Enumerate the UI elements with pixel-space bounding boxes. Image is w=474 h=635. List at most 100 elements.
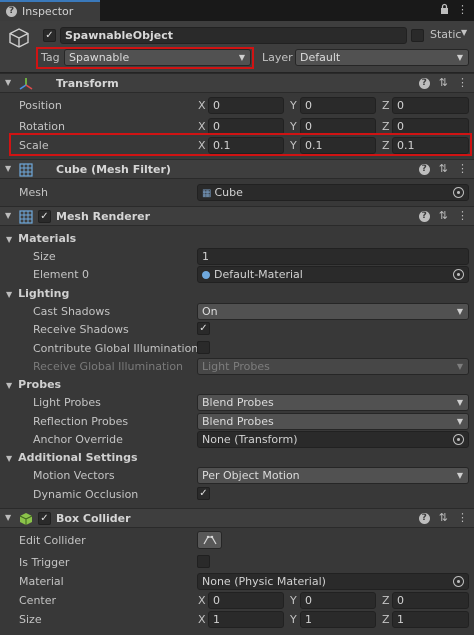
preset-icon[interactable]: ⇅ <box>439 210 448 222</box>
light-probes-dropdown[interactable]: Blend Probes ▼ <box>197 394 469 411</box>
help-icon[interactable]: ? <box>418 163 430 175</box>
mesh-value: Cube <box>214 186 243 199</box>
gameobject-name-field[interactable]: SpawnableObject <box>60 27 407 44</box>
materials-size-label: Size <box>33 250 56 263</box>
axis-z-label: Z <box>382 594 390 607</box>
receive-gi-dropdown: Light Probes ▼ <box>197 358 469 375</box>
motion-vectors-value: Per Object Motion <box>202 469 300 482</box>
foldout-arrow-icon: ▼ <box>6 290 13 299</box>
lighting-foldout[interactable]: ▼ Lighting <box>6 287 69 300</box>
info-icon: ? <box>6 6 17 17</box>
dropdown-arrow-icon: ▼ <box>456 307 463 316</box>
foldout-arrow-icon[interactable]: ▼ <box>5 513 11 522</box>
object-picker-icon[interactable] <box>453 269 464 280</box>
motion-vectors-label: Motion Vectors <box>33 469 115 482</box>
receive-shadows-checkbox[interactable]: ✓ <box>197 322 210 335</box>
static-dropdown-arrow-icon[interactable]: ▼ <box>461 28 467 37</box>
more-icon[interactable]: ⋮ <box>457 210 468 222</box>
element-0-value: Default-Material <box>214 268 303 281</box>
more-icon[interactable]: ⋮ <box>457 512 468 524</box>
help-icon[interactable]: ? <box>418 77 430 89</box>
element-0-object-field[interactable]: Default-Material <box>197 266 469 283</box>
transform-title: Transform <box>56 77 119 90</box>
is-trigger-label: Is Trigger <box>19 556 70 569</box>
probes-foldout[interactable]: ▼ Probes <box>6 378 61 391</box>
size-label: Size <box>19 613 42 626</box>
mesh-filter-header[interactable]: ▼ Cube (Mesh Filter) ? ⇅ ⋮ <box>0 159 474 179</box>
size-z-field[interactable]: 1 <box>392 611 469 628</box>
additional-settings-foldout[interactable]: ▼ Additional Settings <box>6 451 138 464</box>
box-collider-cube-icon <box>19 512 33 526</box>
object-picker-icon[interactable] <box>453 434 464 445</box>
more-icon[interactable]: ⋮ <box>457 163 468 175</box>
mesh-icon: ▦ <box>202 188 212 199</box>
object-picker-icon[interactable] <box>453 576 464 587</box>
dynamic-occlusion-checkbox[interactable]: ✓ <box>197 487 210 500</box>
anchor-override-object-field[interactable]: None (Transform) <box>197 431 469 448</box>
center-z-field[interactable]: 0 <box>392 592 469 609</box>
receive-gi-value: Light Probes <box>202 360 270 373</box>
static-checkbox[interactable] <box>411 29 424 42</box>
position-x-field[interactable]: 0 <box>208 97 284 114</box>
foldout-arrow-icon[interactable]: ▼ <box>5 78 11 87</box>
receive-gi-label: Receive Global Illumination <box>33 360 184 373</box>
axis-y-label: Y <box>290 120 297 133</box>
materials-size-field[interactable]: 1 <box>197 248 469 265</box>
foldout-arrow-icon[interactable]: ▼ <box>5 164 11 173</box>
light-probes-label: Light Probes <box>33 396 101 409</box>
layer-dropdown[interactable]: Default ▼ <box>295 49 469 66</box>
foldout-arrow-icon[interactable]: ▼ <box>5 211 11 220</box>
motion-vectors-dropdown[interactable]: Per Object Motion ▼ <box>197 467 469 484</box>
gameobject-active-checkbox[interactable]: ✓ <box>43 29 56 42</box>
center-x-field[interactable]: 0 <box>208 592 284 609</box>
is-trigger-checkbox[interactable] <box>197 555 210 568</box>
center-y-field[interactable]: 0 <box>300 592 376 609</box>
position-label: Position <box>19 99 62 112</box>
box-collider-header[interactable]: ▼ ✓ Box Collider ? ⇅ ⋮ <box>0 508 474 528</box>
object-picker-icon[interactable] <box>453 187 464 198</box>
more-icon[interactable]: ⋮ <box>457 77 468 89</box>
material-sphere-icon <box>202 271 210 279</box>
tab-inspector[interactable]: ? Inspector <box>0 0 100 21</box>
mesh-object-field[interactable]: ▦ Cube <box>197 184 469 201</box>
preset-icon[interactable]: ⇅ <box>439 163 448 175</box>
transform-header[interactable]: ▼ Transform ? ⇅ ⋮ <box>0 73 474 93</box>
cast-shadows-dropdown[interactable]: On ▼ <box>197 303 469 320</box>
edit-collider-button[interactable] <box>197 531 222 549</box>
mesh-filter-tools: ? ⇅ ⋮ <box>418 163 468 175</box>
mesh-renderer-header[interactable]: ▼ ✓ Mesh Renderer ? ⇅ ⋮ <box>0 206 474 226</box>
tag-highlight-box <box>36 47 254 69</box>
position-z-field[interactable]: 0 <box>392 97 469 114</box>
tab-inspector-label: Inspector <box>22 5 74 18</box>
help-icon[interactable]: ? <box>418 210 430 222</box>
foldout-arrow-icon: ▼ <box>6 454 13 463</box>
more-icon[interactable]: ⋮ <box>457 3 468 17</box>
dropdown-arrow-icon: ▼ <box>456 417 463 426</box>
dropdown-arrow-icon: ▼ <box>456 398 463 407</box>
collider-material-object-field[interactable]: None (Physic Material) <box>197 573 469 590</box>
contribute-gi-checkbox[interactable] <box>197 341 210 354</box>
dropdown-arrow-icon: ▼ <box>456 53 463 62</box>
axis-x-label: X <box>198 594 206 607</box>
box-collider-enabled-checkbox[interactable]: ✓ <box>38 512 51 525</box>
position-y-field[interactable]: 0 <box>300 97 376 114</box>
preset-icon[interactable]: ⇅ <box>439 77 448 89</box>
axis-z-label: Z <box>382 613 390 626</box>
reflection-probes-value: Blend Probes <box>202 415 274 428</box>
dropdown-arrow-icon: ▼ <box>456 471 463 480</box>
transform-axes-icon <box>19 77 33 91</box>
axis-x-label: X <box>198 120 206 133</box>
size-y-field[interactable]: 1 <box>300 611 376 628</box>
additional-settings-label: Additional Settings <box>18 451 138 464</box>
gameobject-cube-icon <box>8 27 30 49</box>
materials-foldout[interactable]: ▼ Materials <box>6 232 76 245</box>
reflection-probes-label: Reflection Probes <box>33 415 129 428</box>
reflection-probes-dropdown[interactable]: Blend Probes ▼ <box>197 413 469 430</box>
size-x-field[interactable]: 1 <box>208 611 284 628</box>
layer-dropdown-value: Default <box>300 51 341 64</box>
help-icon[interactable]: ? <box>418 512 430 524</box>
preset-icon[interactable]: ⇅ <box>439 512 448 524</box>
materials-label: Materials <box>18 232 77 245</box>
mesh-renderer-enabled-checkbox[interactable]: ✓ <box>38 210 51 223</box>
lock-icon[interactable] <box>440 3 449 17</box>
